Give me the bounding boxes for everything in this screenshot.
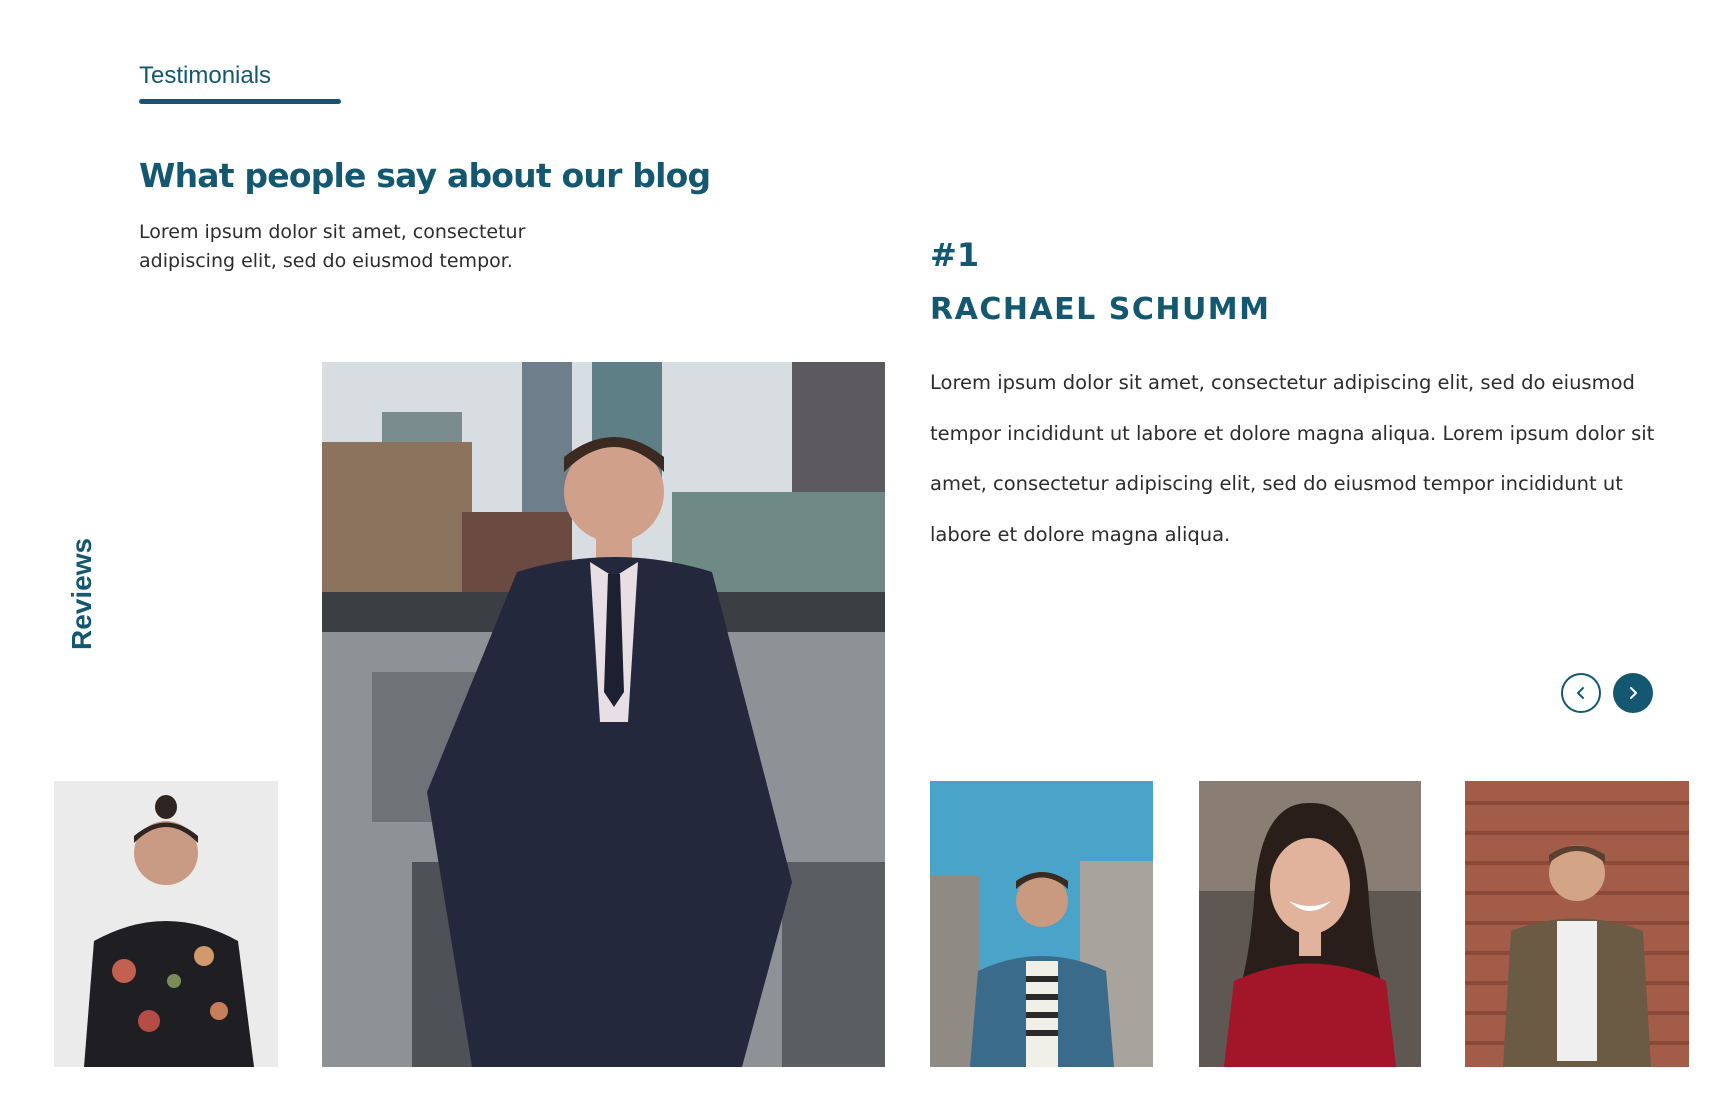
reviewer-thumbnail-2[interactable] [930,781,1153,1067]
eyebrow-underline [139,99,341,104]
reviewer-thumbnail-4[interactable] [1465,781,1689,1067]
previous-testimonial-button[interactable] [1561,673,1601,713]
reviewer-thumbnail-3[interactable] [1199,781,1421,1067]
reviewer-thumbnail-1[interactable] [54,781,278,1067]
testimonial-quote: Lorem ipsum dolor sit amet, consectetur … [930,371,1655,546]
section-intro: Lorem ipsum dolor sit amet, consectetur … [139,221,526,272]
reviewer-name: RACHAEL SCHUMM [930,292,1271,327]
section-eyebrow: Testimonials [139,62,272,89]
featured-reviewer-photo [322,362,885,1067]
testimonial-rank: #1 [930,236,980,274]
chevron-left-icon [1577,687,1584,699]
chevron-right-icon [1630,687,1637,699]
section-heading: What people say about our blog [139,156,711,195]
reviews-side-label: Reviews [66,537,97,650]
next-testimonial-button[interactable] [1613,673,1653,713]
testimonials-section: Testimonials What people say about our b… [0,0,1728,1117]
